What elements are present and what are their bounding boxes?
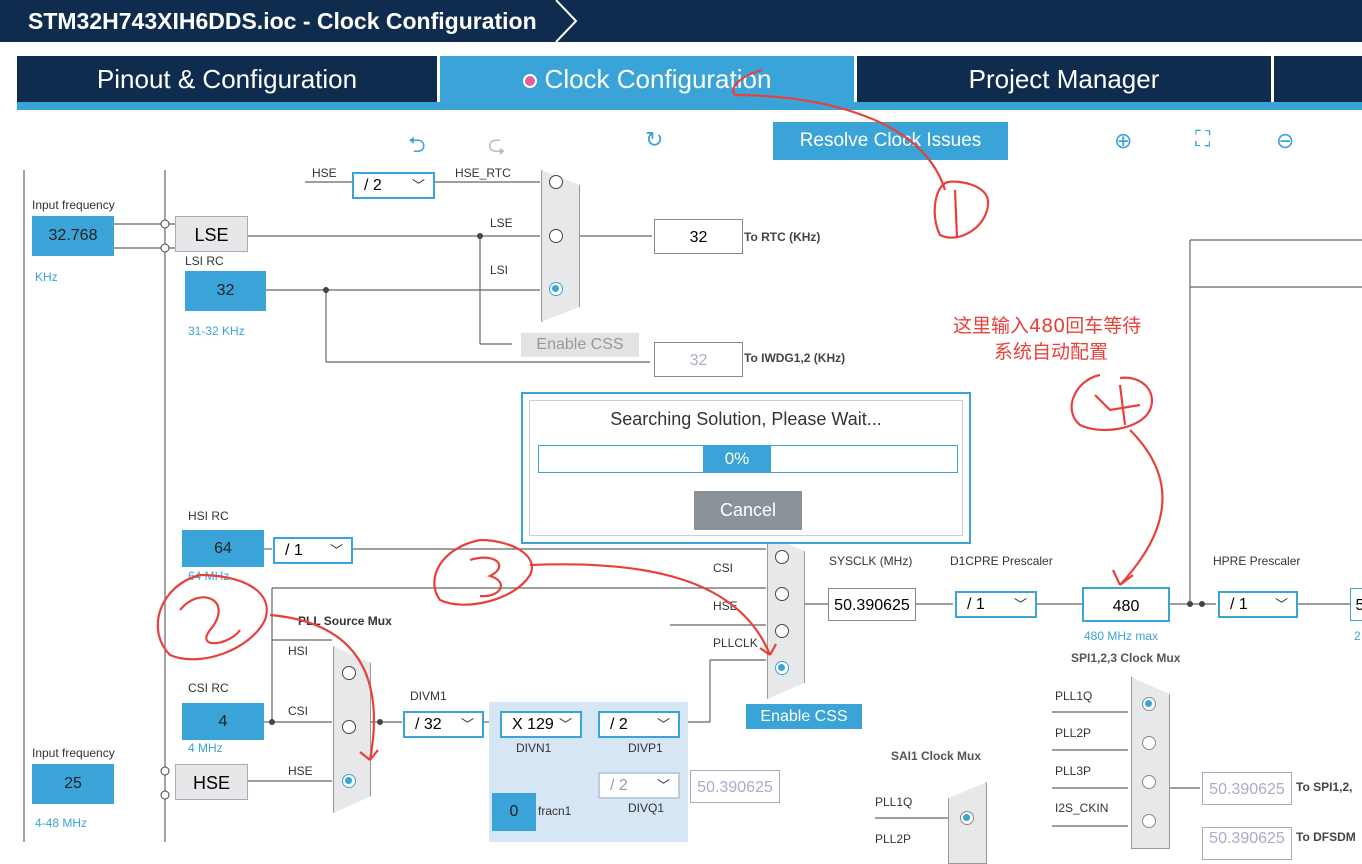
annotation-note-line1: 这里输入480回车等待 (953, 315, 1141, 337)
annotation-overlay: 这里输入480回车等待 系统自动配置 (156, 68, 1164, 761)
annotation-note-line2: 系统自动配置 (994, 341, 1108, 363)
